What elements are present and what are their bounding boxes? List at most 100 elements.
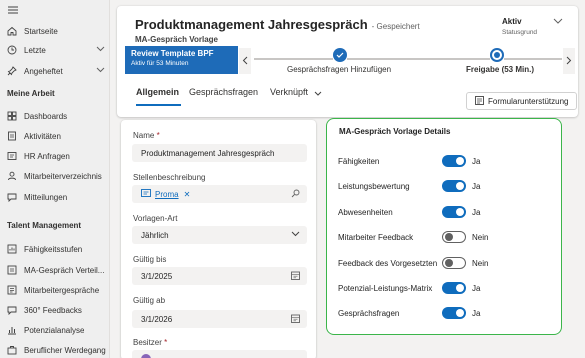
calendar-icon[interactable] [291,271,300,282]
detail-toggle-value: Ja [472,182,481,191]
activity-icon [7,131,17,141]
detail-toggle-switch[interactable] [442,257,466,269]
template-details-section: MA-Gespräch Vorlage Details Fähigkeiten J… [326,118,562,335]
hamburger-menu-icon[interactable] [8,6,18,16]
name-field[interactable]: Produktmanagement Jahresgespräch [132,144,307,162]
detail-toggle-switch[interactable] [442,206,466,218]
valid-from-field[interactable]: 3/1/2026 [132,310,307,328]
header-expand-chevron-icon[interactable] [553,18,563,27]
sidebar-item-activities[interactable]: Aktivitäten [0,127,110,145]
sidebar-item-label: Beruflicher Werdegang [24,345,106,355]
sidebar-section-talent: Talent Management [7,221,82,230]
valid-from-value: 3/1/2026 [141,314,173,324]
conversation-icon [7,285,17,295]
sidebar-item-label: HR Anfragen [24,151,70,161]
detail-toggle-row: Leistungsbewertung Ja [338,180,558,194]
sidebar-item-label: Dashboards [24,111,68,121]
bpf-step-label: Gesprächsfragen Hinzufügen [287,65,392,74]
owner-label: Besitzer * [133,338,167,347]
detail-toggle-label: Feedback des Vorgesetzten [338,259,438,268]
job-description-label: Stellenbeschreibung [133,173,206,182]
toggle-knob-icon [456,309,464,317]
detail-toggle-switch[interactable] [442,155,466,167]
sidebar-item-home[interactable]: Startseite [0,22,110,40]
template-type-label: Vorlagen-Art [133,214,178,223]
sidebar-item-360-feedback[interactable]: 360° Feedbacks [0,301,110,319]
detail-toggle-value: Ja [472,157,481,166]
detail-toggle-row: Abwesenheiten Ja [338,206,558,220]
detail-toggle-row: Mitarbeiter Feedback Nein [338,231,558,245]
detail-toggle-switch[interactable] [442,231,466,243]
bpf-active-stage[interactable]: Review Template BPF Aktiv für 53 Minuten [125,46,238,74]
detail-toggle-label: Fähigkeiten [338,157,380,166]
sidebar-item-potential-analysis[interactable]: Potenzialanalyse [0,321,110,339]
chevron-down-icon[interactable] [96,45,105,54]
skill-icon [7,244,17,254]
tab-general[interactable]: Allgemein [136,87,179,97]
sidebar-item-hr-requests[interactable]: HR Anfragen [0,147,110,165]
home-icon [7,26,17,36]
toggle-knob-icon [456,157,464,165]
bpf-connector [347,58,490,60]
required-marker: * [164,338,168,347]
save-status: - Gespeichert [371,22,420,31]
detail-toggle-value: Nein [472,233,489,242]
sidebar-item-skill-levels[interactable]: Fähigkeitsstufen [0,240,110,258]
sidebar-item-label: Mitarbeitergespräche [24,285,100,295]
toggle-knob-icon [456,208,464,216]
sidebar-item-recent[interactable]: Letzte [0,41,110,59]
bpf-step-completed[interactable] [333,48,347,62]
record-icon [141,189,151,199]
bpf-stage-time: Aktiv für 53 Minuten [131,60,189,67]
active-tab-indicator [136,104,181,106]
detail-toggle-switch[interactable] [442,180,466,192]
job-description-lookup[interactable]: Proma ✕ [132,185,307,203]
valid-until-field[interactable]: 3/1/2025 [132,267,307,285]
sidebar-item-label: 360° Feedbacks [24,305,82,315]
detail-toggle-label: Abwesenheiten [338,208,393,217]
record-subtitle: MA-Gespräch Vorlage [135,35,218,44]
career-icon [7,345,17,355]
field-label-text: Besitzer [133,338,162,347]
tab-related[interactable]: Verknüpft [270,87,322,98]
valid-until-label: Gültig bis [133,255,167,264]
sidebar-item-directory[interactable]: Mitarbeiterverzeichnis [0,167,110,185]
bpf-step-current[interactable] [490,48,504,62]
detail-toggle-value: Nein [472,259,489,268]
sidebar-item-messages[interactable]: Mitteilungen [0,188,110,206]
sidebar-item-review-distribution[interactable]: MA-Gespräch Verteil... [0,261,110,279]
owner-field[interactable] [132,350,307,358]
bpf-prev-button[interactable] [239,48,251,74]
job-description-link[interactable]: Proma [155,190,179,199]
detail-toggle-switch[interactable] [442,282,466,294]
form-fill-assist-button[interactable]: Formularunterstützung [466,92,577,110]
page-title: Produktmanagement Jahresgespräch - Gespei… [135,17,420,32]
sidebar-item-label: Mitarbeiterverzeichnis [24,171,102,181]
people-icon [7,171,17,181]
chevron-down-icon[interactable] [96,66,105,75]
valid-until-value: 3/1/2025 [141,271,173,281]
required-marker: * [156,131,160,140]
tab-label: Verknüpft [270,87,309,97]
bpf-next-button[interactable] [563,48,575,74]
detail-toggle-switch[interactable] [442,307,466,319]
sidebar-item-employee-reviews[interactable]: Mitarbeitergespräche [0,281,110,299]
chevron-down-icon [314,88,322,98]
remove-icon[interactable]: ✕ [184,190,191,199]
status-value: Aktiv [502,17,522,26]
detail-toggle-label: Potenzial-Leistungs-Matrix [338,284,433,293]
sidebar-item-career-path[interactable]: Beruflicher Werdegang [0,341,110,358]
sidebar-item-pinned[interactable]: Angeheftet [0,62,110,80]
calendar-icon[interactable] [291,314,300,325]
distribution-icon [7,265,17,275]
sidebar-item-dashboards[interactable]: Dashboards [0,107,110,125]
search-icon[interactable] [291,189,300,200]
analysis-icon [7,325,17,335]
sidebar: Startseite Letzte Angeheftet Meine Arbei… [0,0,110,358]
tab-questions[interactable]: Gesprächsfragen [189,87,258,97]
detail-toggle-row: Potenzial-Leistungs-Matrix Ja [338,282,558,296]
template-type-select[interactable]: Jährlich [132,226,307,244]
field-label-text: Name [133,131,155,140]
sidebar-section-my-work: Meine Arbeit [7,89,55,98]
general-form: Name * Produktmanagement Jahresgespräch … [121,120,316,358]
